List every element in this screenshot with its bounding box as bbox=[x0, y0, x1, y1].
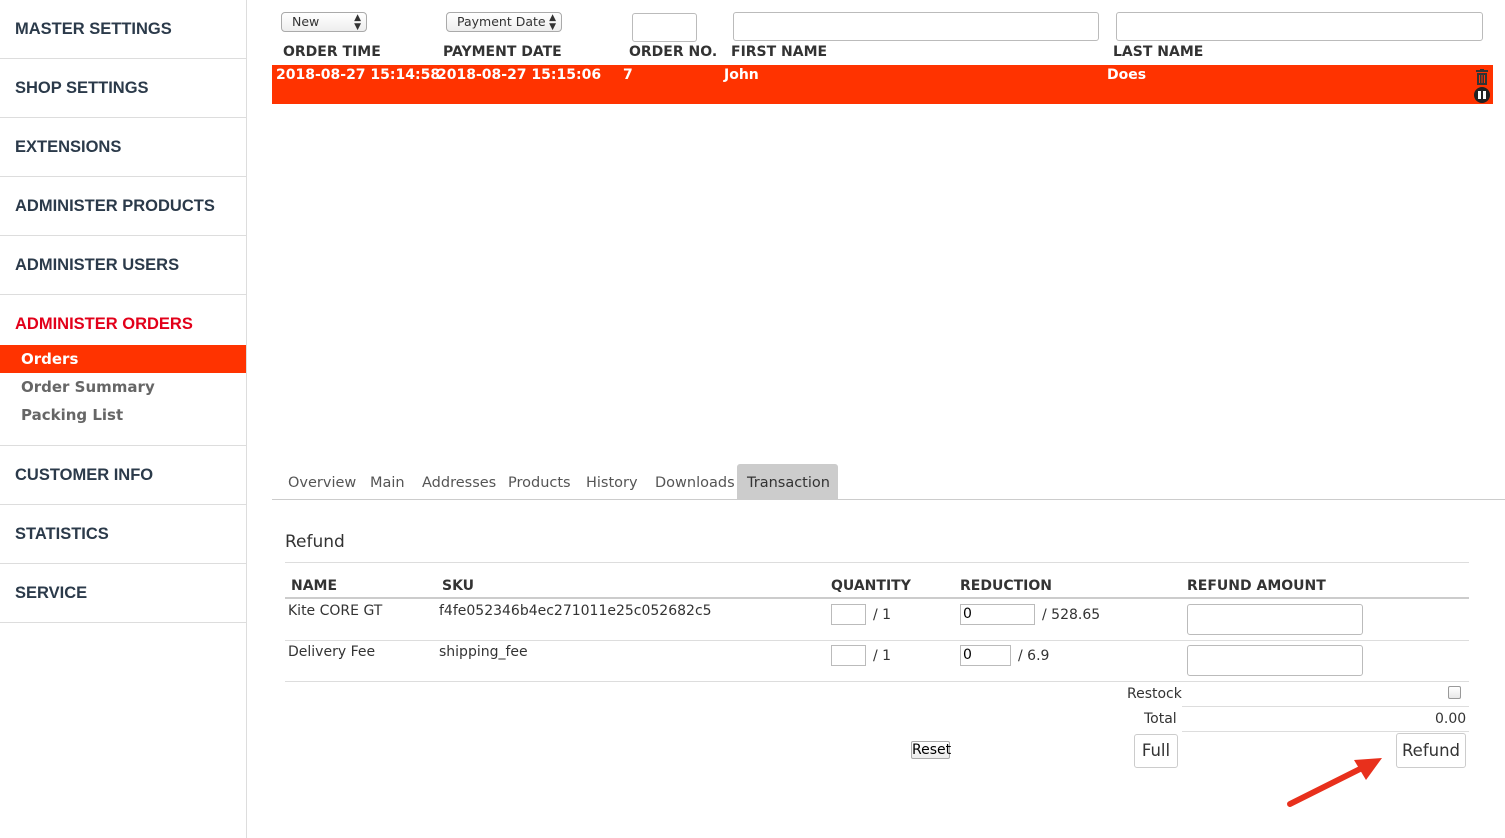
refund-amount-input[interactable] bbox=[1187, 645, 1363, 676]
reset-button[interactable]: Reset bbox=[911, 741, 951, 759]
quantity-max: / 1 bbox=[873, 648, 892, 664]
refund-item-name: Kite CORE GT bbox=[288, 603, 383, 619]
nav-statistics[interactable]: STATISTICS bbox=[0, 505, 246, 563]
status-select[interactable]: New ▲ ▼ bbox=[281, 12, 367, 32]
quantity-max: / 1 bbox=[873, 607, 892, 623]
header-name: NAME bbox=[291, 578, 338, 594]
refund-button[interactable]: Refund bbox=[1396, 733, 1466, 768]
refund-item-name: Delivery Fee bbox=[288, 644, 376, 660]
refund-item-sku: f4fe052346b4ec271011e25c052682c5 bbox=[439, 603, 712, 619]
refund-amount-input[interactable] bbox=[1187, 604, 1363, 635]
order-no: 7 bbox=[623, 67, 633, 83]
divider bbox=[1182, 731, 1469, 732]
restock-checkbox[interactable] bbox=[1448, 686, 1461, 699]
header-refund-amount: REFUND AMOUNT bbox=[1187, 578, 1326, 594]
reduction-input[interactable]: 0 bbox=[960, 645, 1011, 666]
tab-main[interactable]: Main bbox=[360, 464, 415, 500]
nav-section-shop-settings: SHOP SETTINGS bbox=[0, 59, 246, 118]
last-name-filter-input[interactable] bbox=[1116, 12, 1483, 41]
pause-icon[interactable] bbox=[1474, 87, 1490, 103]
reduction-input[interactable]: 0 bbox=[960, 604, 1035, 625]
column-header-first-name[interactable]: FIRST NAME bbox=[731, 44, 827, 60]
total-label: Total bbox=[1144, 711, 1177, 727]
nav-section-administer-products: ADMINISTER PRODUCTS bbox=[0, 177, 246, 236]
order-row[interactable]: 2018-08-27 15:14:58 2018-08-27 15:15:06 … bbox=[272, 65, 1493, 104]
date-type-select-value: Payment Date bbox=[457, 14, 546, 29]
column-header-payment-date[interactable]: PAYMENT DATE bbox=[443, 44, 562, 60]
last-name: Does bbox=[1107, 67, 1147, 83]
header-quantity: QUANTITY bbox=[831, 578, 911, 594]
first-name: John bbox=[724, 67, 759, 83]
tab-downloads[interactable]: Downloads bbox=[645, 464, 745, 500]
quantity-input[interactable] bbox=[831, 645, 866, 666]
trash-icon[interactable] bbox=[1476, 69, 1488, 85]
sidebar-item-order-summary[interactable]: Order Summary bbox=[0, 373, 246, 401]
quantity-input[interactable] bbox=[831, 604, 866, 625]
column-header-order-no[interactable]: ORDER NO. bbox=[629, 44, 717, 60]
divider bbox=[1182, 706, 1469, 707]
restock-label: Restock bbox=[1127, 686, 1182, 702]
tab-overview[interactable]: Overview bbox=[278, 464, 366, 500]
header-reduction: REDUCTION bbox=[960, 578, 1052, 594]
select-arrows-icon: ▲ ▼ bbox=[549, 13, 556, 32]
order-time: 2018-08-27 15:14:58 bbox=[276, 67, 441, 83]
refund-item-sku: shipping_fee bbox=[439, 644, 528, 660]
divider bbox=[285, 597, 1469, 599]
sidebar-item-packing-list[interactable]: Packing List bbox=[0, 401, 246, 429]
nav-administer-users[interactable]: ADMINISTER USERS bbox=[0, 236, 246, 294]
order-detail-tabs: Overview Main Addresses Products History… bbox=[272, 464, 1505, 500]
nav-customer-info[interactable]: CUSTOMER INFO bbox=[0, 446, 246, 504]
tab-transaction[interactable]: Transaction bbox=[737, 464, 838, 500]
column-header-order-time[interactable]: ORDER TIME bbox=[283, 44, 381, 60]
nav-master-settings[interactable]: MASTER SETTINGS bbox=[0, 0, 246, 58]
nav-section-extensions: EXTENSIONS bbox=[0, 118, 246, 177]
nav-administer-products[interactable]: ADMINISTER PRODUCTS bbox=[0, 177, 246, 235]
nav-section-administer-orders: ADMINISTER ORDERS Orders Order Summary P… bbox=[0, 295, 246, 446]
divider bbox=[285, 562, 1469, 563]
nav-section-statistics: STATISTICS bbox=[0, 505, 246, 564]
nav-section-customer-info: CUSTOMER INFO bbox=[0, 446, 246, 505]
first-name-filter-input[interactable] bbox=[733, 12, 1099, 41]
reduction-max: / 6.9 bbox=[1018, 648, 1050, 664]
sidebar: MASTER SETTINGS SHOP SETTINGS EXTENSIONS… bbox=[0, 0, 247, 838]
nav-service[interactable]: SERVICE bbox=[0, 564, 246, 622]
nav-section-service: SERVICE bbox=[0, 564, 246, 623]
refund-title: Refund bbox=[285, 532, 345, 552]
status-select-value: New bbox=[292, 14, 320, 29]
nav-shop-settings[interactable]: SHOP SETTINGS bbox=[0, 59, 246, 117]
column-header-last-name[interactable]: LAST NAME bbox=[1113, 44, 1203, 60]
tab-history[interactable]: History bbox=[576, 464, 648, 500]
order-no-filter-input[interactable] bbox=[632, 13, 697, 42]
full-refund-button[interactable]: Full bbox=[1134, 734, 1178, 768]
nav-section-administer-users: ADMINISTER USERS bbox=[0, 236, 246, 295]
tab-products[interactable]: Products bbox=[498, 464, 581, 500]
nav-orders-submenu: Orders Order Summary Packing List bbox=[0, 345, 246, 445]
payment-date: 2018-08-27 15:15:06 bbox=[437, 67, 602, 83]
nav-extensions[interactable]: EXTENSIONS bbox=[0, 118, 246, 176]
reduction-max: / 528.65 bbox=[1042, 607, 1101, 623]
divider bbox=[285, 640, 1469, 641]
tab-addresses[interactable]: Addresses bbox=[412, 464, 506, 500]
divider bbox=[285, 681, 1469, 682]
annotation-arrow-icon bbox=[1287, 758, 1382, 807]
total-value: 0.00 bbox=[1435, 711, 1467, 727]
select-arrows-icon: ▲ ▼ bbox=[354, 13, 361, 32]
date-type-select[interactable]: Payment Date ▲ ▼ bbox=[446, 12, 562, 32]
nav-section-master-settings: MASTER SETTINGS bbox=[0, 0, 246, 59]
header-sku: SKU bbox=[442, 578, 475, 594]
